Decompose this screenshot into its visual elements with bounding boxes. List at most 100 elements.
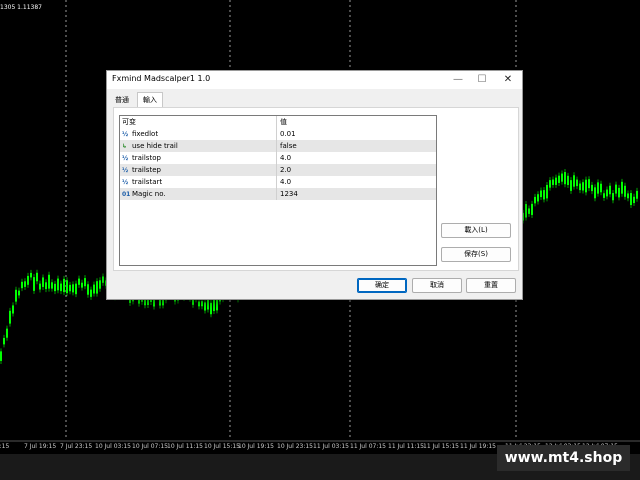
candle-body [585,179,587,193]
candle-body [612,193,614,201]
candle-body [528,208,530,214]
param-value[interactable]: 0.01 [280,128,296,140]
reset-button[interactable]: 重置 [466,278,516,293]
inputs-panel: 可变 值 ½ fixedlot 0.01 ↳ use hide trail fals… [113,107,519,271]
candle-body [60,283,62,292]
param-value[interactable]: 1234 [280,188,298,200]
candle-body [564,172,566,185]
param-name: trailstart [132,178,163,186]
candle-body [210,302,212,315]
candle-body [618,187,620,198]
candle-body [594,187,596,199]
candle-body [42,277,44,287]
time-axis-label: 11 Jul 15:15 [423,443,459,450]
candle-body [636,190,638,199]
tab-common[interactable]: 普通 [110,93,134,107]
ok-button[interactable]: 确定 [357,278,407,293]
candle-body [15,289,17,302]
candle-body [201,301,203,307]
candle-body [555,177,557,185]
candle-body [57,278,59,291]
table-row[interactable]: ½ trailstep 2.0 [120,164,436,176]
candle-body [51,282,53,289]
time-axis-label: 10 Jul 23:15 [277,443,313,450]
candle-body [537,194,539,202]
header-variable: 可变 [122,118,136,126]
candle-body [48,274,50,289]
candle-body [597,182,599,194]
candle-body [630,193,632,206]
candle-body [534,196,536,204]
table-row[interactable]: ½ trailstop 4.0 [120,152,436,164]
minimize-icon[interactable]: — [447,71,469,89]
candle-body [558,175,560,183]
cancel-button[interactable]: 取消 [412,278,462,293]
dialog-titlebar[interactable]: Fxmind Madscalper1 1.0 — ☐ ✕ [107,71,522,89]
candle-body [66,280,68,294]
candle-body [9,310,11,324]
time-axis-label: 10 Jul 07:15 [132,443,168,450]
candle-body [624,185,626,197]
close-icon[interactable]: ✕ [497,71,519,89]
param-value[interactable]: 4.0 [280,176,291,188]
candle-body [615,184,617,194]
param-name: Magic no. [132,190,166,198]
param-value[interactable]: 2.0 [280,164,291,176]
candle-body [54,283,56,292]
candle-body [93,284,95,294]
column-divider [276,164,277,176]
maximize-icon[interactable]: ☐ [471,71,493,89]
tab-inputs[interactable]: 輸入 [137,92,163,108]
candle-body [609,185,611,195]
save-button[interactable]: 保存(S) [441,247,511,262]
column-divider [276,140,277,152]
load-button[interactable]: 載入(L) [441,223,511,238]
param-name: trailstop [132,154,161,162]
table-row[interactable]: 01 Magic no. 1234 [120,188,436,200]
candle-body [30,272,32,278]
time-axis-label: 10 Jul 11:15 [167,443,203,450]
table-row[interactable]: ½ trailstart 4.0 [120,176,436,188]
candle-body [591,184,593,192]
candle-body [570,180,572,191]
time-axis-label: 11 Jul 19:15 [460,443,496,450]
candle-body [21,281,23,289]
column-divider[interactable] [276,116,277,128]
candle-body [63,278,65,293]
candle-body [192,299,194,305]
time-axis-label: 10 Jul 03:15 [95,443,131,450]
candle-body [540,190,542,198]
candle-body [27,275,29,285]
table-row[interactable]: ½ fixedlot 0.01 [120,128,436,140]
candle-body [45,282,47,290]
candle-body [3,337,5,345]
candle-body [153,299,155,307]
candle-body [582,182,584,191]
candle-body [579,183,581,191]
candle-body [99,280,101,289]
param-name: trailstep [132,166,161,174]
candle-body [12,305,14,314]
time-axis-label: 7 Jul 19:15 [24,443,57,450]
column-divider [276,152,277,164]
candle-body [39,283,41,290]
time-axis-label: 15:15 [0,443,10,450]
candle-body [216,299,218,311]
candle-body [6,328,8,338]
time-axis-label: 7 Jul 23:15 [60,443,93,450]
candle-body [576,179,578,187]
table-row[interactable]: ↳ use hide trail false [120,140,436,152]
dialog-tabs: 普通 輸入 [107,92,522,108]
candle-body [18,290,20,296]
param-value[interactable]: 4.0 [280,152,291,164]
candle-body [90,289,92,297]
candle-body [627,193,629,199]
candle-body [96,281,98,294]
param-name: fixedlot [132,130,159,138]
time-axis-label: 10 Jul 19:15 [238,443,274,450]
candle-body [531,203,533,215]
time-axis-label: 11 Jul 11:15 [388,443,424,450]
time-axis-label: 11 Jul 07:15 [350,443,386,450]
param-value[interactable]: false [280,140,297,152]
candle-body [600,183,602,193]
